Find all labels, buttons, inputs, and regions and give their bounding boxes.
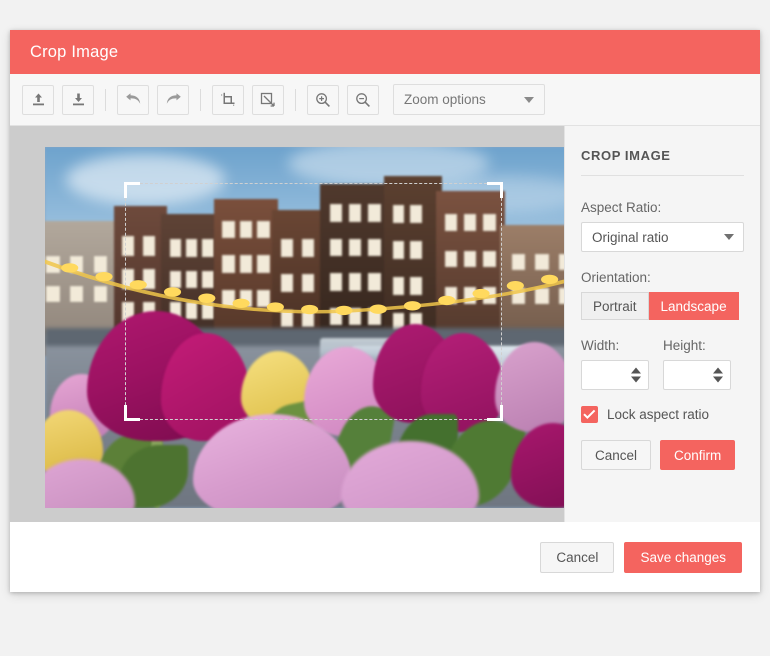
redo-icon [165, 92, 182, 107]
crop-settings-panel: CROP IMAGE Aspect Ratio: Original ratio … [564, 126, 760, 522]
orientation-label: Orientation: [581, 270, 651, 285]
toolbar-separator-2 [200, 88, 201, 111]
lock-aspect-checkbox[interactable] [581, 406, 598, 423]
dialog-titlebar: Crop Image [10, 30, 760, 74]
width-group: Width: [581, 338, 649, 390]
orientation-landscape-button[interactable]: Landscape [648, 292, 739, 320]
zoom-in-icon [315, 92, 331, 108]
resize-icon [260, 92, 276, 108]
upload-button[interactable] [22, 84, 54, 115]
lock-aspect-row: Lock aspect ratio [581, 406, 744, 423]
crop-button[interactable] [212, 84, 244, 115]
source-image[interactable] [45, 147, 564, 508]
dimensions-row: Width: Height: [581, 338, 744, 390]
footer-save-button[interactable]: Save changes [624, 541, 742, 573]
check-icon [583, 409, 596, 420]
height-input[interactable] [663, 360, 731, 390]
width-input[interactable] [581, 360, 649, 390]
zoom-out-icon [355, 92, 371, 108]
toolbar-separator-3 [295, 88, 296, 111]
zoom-options-dropdown[interactable]: Zoom options [393, 84, 545, 115]
editor-toolbar: Zoom options [10, 74, 760, 126]
panel-cancel-button[interactable]: Cancel [581, 440, 652, 470]
aspect-ratio-dropdown[interactable]: Original ratio [581, 222, 744, 252]
zoom-out-button[interactable] [347, 84, 379, 115]
redo-button[interactable] [157, 84, 189, 115]
panel-divider [581, 175, 744, 176]
orientation-portrait-button[interactable]: Portrait [581, 292, 649, 320]
aspect-ratio-value: Original ratio [592, 229, 669, 245]
resize-button[interactable] [252, 84, 284, 115]
aspect-ratio-label: Aspect Ratio: [581, 200, 662, 215]
undo-icon [125, 92, 142, 107]
stepper-up-icon[interactable] [713, 367, 723, 374]
chevron-down-icon [724, 234, 734, 240]
undo-button[interactable] [117, 84, 149, 115]
footer-cancel-button[interactable]: Cancel [540, 541, 615, 573]
panel-heading: CROP IMAGE [581, 148, 671, 163]
dialog-footer: Cancel Save changes [10, 522, 760, 592]
height-label: Height: [663, 338, 706, 353]
chevron-down-icon [524, 96, 534, 103]
download-button[interactable] [62, 84, 94, 115]
panel-actions: Cancel Confirm [581, 440, 744, 470]
crop-icon [220, 92, 236, 108]
lock-aspect-label: Lock aspect ratio [607, 407, 710, 422]
upload-icon [31, 92, 46, 107]
toolbar-separator-1 [105, 88, 106, 111]
stepper-up-icon[interactable] [631, 367, 641, 374]
dialog-title: Crop Image [30, 42, 119, 61]
dialog-body: CROP IMAGE Aspect Ratio: Original ratio … [10, 126, 760, 522]
width-stepper[interactable] [631, 367, 641, 383]
crop-image-dialog: Crop Image Zoom options CROP IMAGE Aspec… [10, 30, 760, 592]
stepper-down-icon[interactable] [631, 376, 641, 383]
download-icon [71, 92, 86, 107]
stepper-down-icon[interactable] [713, 376, 723, 383]
width-label: Width: [581, 338, 620, 353]
zoom-in-button[interactable] [307, 84, 339, 115]
orientation-toggle-group: Portrait Landscape [581, 292, 744, 320]
height-group: Height: [663, 338, 731, 390]
panel-confirm-button[interactable]: Confirm [660, 440, 736, 470]
height-stepper[interactable] [713, 367, 723, 383]
crop-selection[interactable] [124, 182, 503, 421]
image-canvas[interactable] [10, 126, 564, 522]
zoom-options-label: Zoom options [404, 92, 486, 107]
